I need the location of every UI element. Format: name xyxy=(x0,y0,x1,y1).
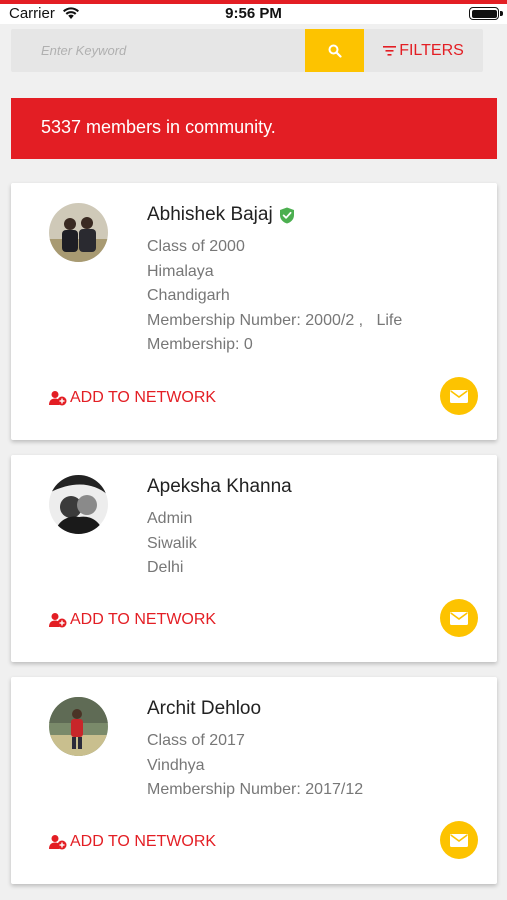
add-to-network-button[interactable]: ADD TO NETWORK xyxy=(49,389,216,407)
member-details: Class of 2000 Himalaya Chandigarh Member… xyxy=(147,235,402,358)
add-to-network-label: ADD TO NETWORK xyxy=(70,833,217,850)
member-name-row: Apeksha Khanna xyxy=(147,476,292,498)
add-user-icon xyxy=(49,835,67,850)
filter-icon xyxy=(383,45,397,56)
filters-button[interactable]: FILTERS xyxy=(364,29,483,72)
member-detail-line: Class of 2017 xyxy=(147,732,245,749)
member-detail-line: Admin xyxy=(147,510,193,527)
avatar xyxy=(49,697,108,756)
search-button[interactable] xyxy=(305,29,364,72)
member-detail-line: Chandigarh xyxy=(147,287,230,304)
verified-badge-icon xyxy=(279,207,295,224)
member-detail-line: Delhi xyxy=(147,559,184,576)
member-details: Admin Siwalik Delhi xyxy=(147,507,197,581)
search-input[interactable] xyxy=(11,29,305,72)
add-to-network-label: ADD TO NETWORK xyxy=(70,611,217,628)
member-card[interactable]: Apeksha Khanna Admin Siwalik Delhi ADD T… xyxy=(11,455,497,662)
member-card[interactable]: Abhishek Bajaj Class of 2000 Himalaya Ch… xyxy=(11,183,497,440)
clock: 9:56 PM xyxy=(225,5,282,22)
member-details: Class of 2017 Vindhya Membership Number:… xyxy=(147,729,363,803)
member-detail-line: Membership Number: 2017/12 xyxy=(147,781,364,798)
message-button[interactable] xyxy=(440,377,478,415)
avatar xyxy=(49,203,108,262)
member-detail-line: Vindhya xyxy=(147,756,205,774)
message-button[interactable] xyxy=(440,599,478,637)
add-to-network-button[interactable]: ADD TO NETWORK xyxy=(49,833,216,851)
member-detail-line: Himalaya xyxy=(147,262,214,280)
message-button[interactable] xyxy=(440,821,478,859)
search-bar: FILTERS xyxy=(11,29,483,72)
add-to-network-button[interactable]: ADD TO NETWORK xyxy=(49,611,216,629)
member-detail-line: Siwalik xyxy=(147,534,197,552)
member-name-row: Archit Dehloo xyxy=(147,698,261,720)
status-bar: Carrier 9:56 PM xyxy=(0,4,507,24)
filters-label: FILTERS xyxy=(399,41,464,59)
member-detail-line: Class of 2000 xyxy=(147,238,245,255)
avatar xyxy=(49,475,108,534)
member-count-text: 5337 members in community. xyxy=(41,117,276,137)
mail-icon xyxy=(450,389,468,403)
add-user-icon xyxy=(49,613,67,628)
search-icon xyxy=(328,44,342,58)
mail-icon xyxy=(450,833,468,847)
member-name[interactable]: Archit Dehloo xyxy=(147,698,261,720)
battery-icon xyxy=(469,7,503,20)
add-to-network-label: ADD TO NETWORK xyxy=(70,389,217,406)
member-detail-line: Membership Number: 2000/2 , Life xyxy=(147,311,403,329)
member-name[interactable]: Abhishek Bajaj xyxy=(147,204,273,226)
member-card[interactable]: Archit Dehloo Class of 2017 Vindhya Memb… xyxy=(11,677,497,884)
member-count-banner: 5337 members in community. xyxy=(11,98,497,159)
member-name-row: Abhishek Bajaj xyxy=(147,204,295,226)
member-name[interactable]: Apeksha Khanna xyxy=(147,476,292,498)
add-user-icon xyxy=(49,391,67,406)
mail-icon xyxy=(450,611,468,625)
member-detail-line: Membership: 0 xyxy=(147,336,253,353)
